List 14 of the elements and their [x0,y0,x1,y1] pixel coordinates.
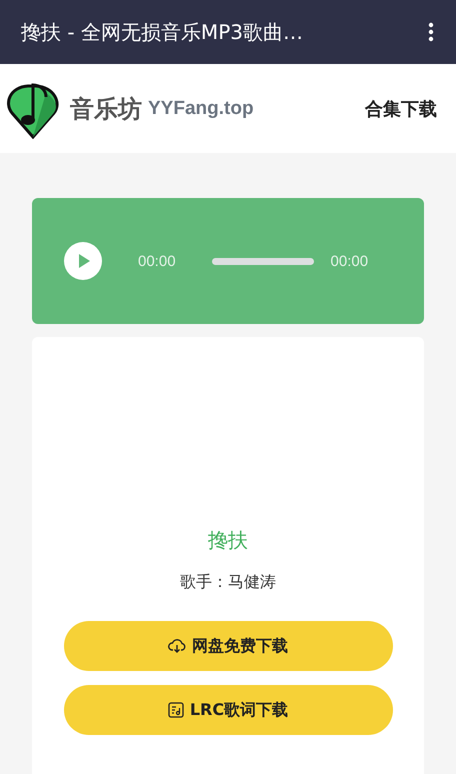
collection-download-link[interactable]: 合集下载 [365,96,437,120]
cloud-download-icon [168,639,186,653]
site-domain: YYFang.top [148,98,254,120]
more-icon[interactable] [428,22,434,42]
current-time: 00:00 [138,252,176,270]
lyrics-file-icon [168,702,184,718]
artist-name: 歌手：马健涛 [180,572,276,593]
progress-slider[interactable] [212,258,314,264]
cloud-download-button[interactable]: 网盘免费下载 [64,621,392,671]
site-name: 音乐坊 [70,94,142,124]
duration-time: 00:00 [330,252,368,270]
page-title: 搀扶 - 全网无损音乐MP3歌曲… [21,18,303,46]
song-title: 搀扶 [208,527,248,554]
lyrics-download-button[interactable]: LRC歌词下载 [64,685,392,735]
